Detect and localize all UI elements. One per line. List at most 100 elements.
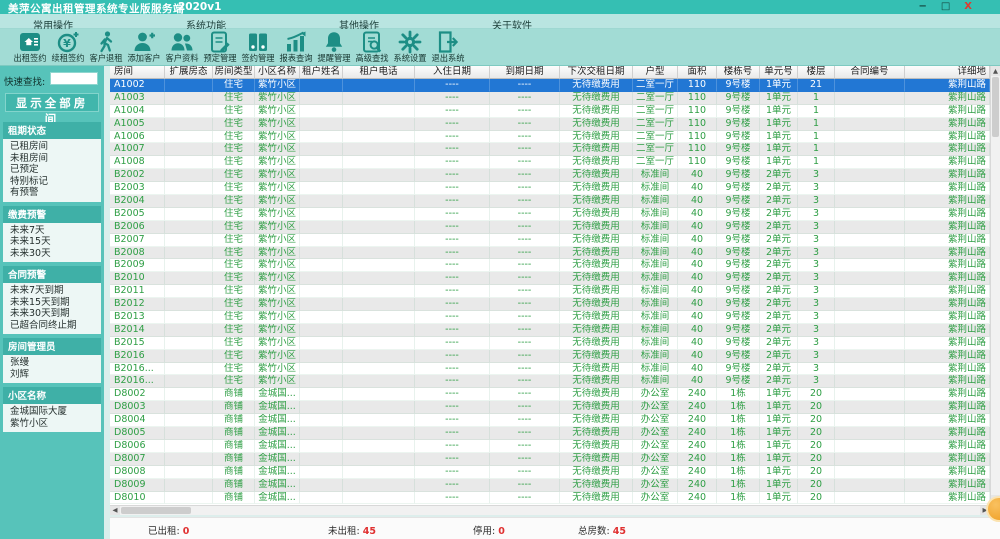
table-row[interactable]: B2006住宅紫竹小区--------无待缴费用标准间409号楼2单元3紫荆山路 (110, 221, 990, 234)
toolbar-button-renew-contract[interactable]: ¥续租签约 (49, 29, 87, 66)
table-row[interactable]: A1006住宅紫竹小区--------无待缴费用二室一厅1109号楼1单元1紫荆… (110, 131, 990, 144)
table-row[interactable]: B2015住宅紫竹小区--------无待缴费用标准间409号楼2单元3紫荆山路 (110, 337, 990, 350)
table-row[interactable]: D8009商铺金城国...--------无待缴费用办公室2401栋1单元20紫… (110, 479, 990, 492)
sidebar-item[interactable]: 未来7天 (3, 225, 101, 237)
table-cell: ---- (415, 285, 490, 298)
toolbar-button-reminder-bell[interactable]: 提醒管理 (315, 29, 353, 66)
table-row[interactable]: A1007住宅紫竹小区--------无待缴费用二室一厅1109号楼1单元1紫荆… (110, 143, 990, 156)
sidebar-item[interactable]: 未来30天到期 (3, 308, 101, 320)
column-header[interactable]: 到期日期 (490, 66, 560, 79)
column-header[interactable]: 租户电话 (343, 66, 415, 79)
table-row[interactable]: B2014住宅紫竹小区--------无待缴费用标准间409号楼2单元3紫荆山路 (110, 324, 990, 337)
close-button[interactable]: X (964, 0, 972, 14)
table-cell: B2005 (110, 208, 165, 221)
table-row[interactable]: D8004商铺金城国...--------无待缴费用办公室2401栋1单元20紫… (110, 414, 990, 427)
show-all-rooms-button[interactable]: 显示全部房间 (5, 93, 99, 112)
column-header[interactable]: 楼栋号 (717, 66, 760, 79)
toolbar-button-booking-manage[interactable]: 预定管理 (201, 29, 239, 66)
toolbar-button-advanced-search[interactable]: 高级查找 (353, 29, 391, 66)
table-row[interactable]: B2010住宅紫竹小区--------无待缴费用标准间409号楼2单元3紫荆山路 (110, 272, 990, 285)
column-header[interactable]: 楼层 (798, 66, 835, 79)
sidebar-item[interactable]: 已超合同终止期 (3, 320, 101, 332)
toolbar-button-rent-contract[interactable]: 出租签约 (11, 29, 49, 66)
table-row[interactable]: A1005住宅紫竹小区--------无待缴费用二室一厅1109号楼1单元1紫荆… (110, 118, 990, 131)
toolbar-button-report-chart[interactable]: 报表查询 (277, 29, 315, 66)
table-row[interactable]: D8002商铺金城国...--------无待缴费用办公室2401栋1单元20紫… (110, 388, 990, 401)
table-cell (343, 453, 415, 466)
sidebar-item[interactable]: 未来30天 (3, 248, 101, 260)
toolbar-button-customer-files[interactable]: 客户资料 (163, 29, 201, 66)
sidebar-item[interactable]: 已预定 (3, 164, 101, 176)
table-row[interactable]: D8005商铺金城国...--------无待缴费用办公室2401栋1单元20紫… (110, 427, 990, 440)
table-row[interactable]: D8006商铺金城国...--------无待缴费用办公室2401栋1单元20紫… (110, 440, 990, 453)
table-row[interactable]: A1002住宅紫竹小区--------无待缴费用二室一厅1109号楼1单元21紫… (110, 79, 990, 92)
sidebar-item[interactable]: 特别标记 (3, 176, 101, 188)
table-row[interactable]: B2011住宅紫竹小区--------无待缴费用标准间409号楼2单元3紫荆山路 (110, 285, 990, 298)
minimize-button[interactable]: − (918, 0, 926, 14)
sidebar-item[interactable]: 未租房间 (3, 153, 101, 165)
table-row[interactable]: B2004住宅紫竹小区--------无待缴费用标准间409号楼2单元3紫荆山路 (110, 195, 990, 208)
table-row[interactable]: B2009住宅紫竹小区--------无待缴费用标准间409号楼2单元3紫荆山路 (110, 259, 990, 272)
table-cell: ---- (490, 156, 560, 169)
table-row[interactable]: B2005住宅紫竹小区--------无待缴费用标准间409号楼2单元3紫荆山路 (110, 208, 990, 221)
column-header[interactable]: 合同编号 (835, 66, 905, 79)
horizontal-scroll-thumb[interactable] (121, 507, 191, 514)
sidebar-item[interactable]: 未来15天 (3, 236, 101, 248)
sidebar-item[interactable]: 张缦 (3, 357, 101, 369)
column-header[interactable]: 单元号 (760, 66, 798, 79)
table-row[interactable]: B2016住宅紫竹小区--------无待缴费用标准间409号楼2单元3紫荆山路 (110, 350, 990, 363)
toolbar-button-add-customer[interactable]: 添加客户 (125, 29, 163, 66)
toolbar-button-exit-door[interactable]: 退出系统 (429, 29, 467, 66)
table-row[interactable]: D8007商铺金城国...--------无待缴费用办公室2401栋1单元20紫… (110, 453, 990, 466)
table-cell (343, 427, 415, 440)
column-header[interactable]: 租户姓名 (300, 66, 343, 79)
sidebar-item[interactable]: 有预警 (3, 187, 101, 199)
table-row[interactable]: B2007住宅紫竹小区--------无待缴费用标准间409号楼2单元3紫荆山路 (110, 234, 990, 247)
column-header[interactable]: 房间 (110, 66, 165, 79)
column-header[interactable]: 面积 (678, 66, 717, 79)
toolbar-button-tenant-checkout[interactable]: 客户退租 (87, 29, 125, 66)
sidebar-item[interactable]: 紫竹小区 (3, 418, 101, 430)
table-row[interactable]: B2016...住宅紫竹小区--------无待缴费用标准间409号楼2单元3紫… (110, 375, 990, 388)
table-cell (343, 440, 415, 453)
table-cell: 紫荆山路 (905, 92, 990, 105)
table-row[interactable]: B2008住宅紫竹小区--------无待缴费用标准间409号楼2单元3紫荆山路 (110, 247, 990, 260)
column-header[interactable]: 入住日期 (415, 66, 490, 79)
table-row[interactable]: D8003商铺金城国...--------无待缴费用办公室2401栋1单元20紫… (110, 401, 990, 414)
table-cell: 无待缴费用 (560, 221, 633, 234)
sidebar-item[interactable]: 未来15天到期 (3, 297, 101, 309)
column-header[interactable]: 房间类型 (213, 66, 255, 79)
column-header[interactable]: 小区名称 (255, 66, 300, 79)
table-row[interactable]: A1004住宅紫竹小区--------无待缴费用二室一厅1109号楼1单元1紫荆… (110, 105, 990, 118)
table-row[interactable]: D8008商铺金城国...--------无待缴费用办公室2401栋1单元20紫… (110, 466, 990, 479)
table-row[interactable]: A1008住宅紫竹小区--------无待缴费用二室一厅1109号楼1单元1紫荆… (110, 156, 990, 169)
sidebar-item[interactable]: 未来7天到期 (3, 285, 101, 297)
column-header[interactable]: 下次交租日期 (560, 66, 633, 79)
scroll-left-button[interactable]: ◀ (110, 506, 120, 515)
table-cell: ---- (415, 208, 490, 221)
vertical-scrollbar[interactable]: ▲ ▼ (990, 66, 1000, 505)
table-row[interactable]: B2002住宅紫竹小区--------无待缴费用标准间409号楼2单元3紫荆山路 (110, 169, 990, 182)
horizontal-scrollbar[interactable]: ◀ ▶ (110, 505, 990, 515)
table-cell: ---- (415, 247, 490, 260)
sidebar-item[interactable]: 刘辉 (3, 369, 101, 381)
table-cell (300, 453, 343, 466)
sidebar-item[interactable]: 金城国际大厦 (3, 406, 101, 418)
table-cell: 3 (798, 208, 835, 221)
table-row[interactable]: B2016...住宅紫竹小区--------无待缴费用标准间409号楼2单元3紫… (110, 363, 990, 376)
table-row[interactable]: A1003住宅紫竹小区--------无待缴费用二室一厅1109号楼1单元1紫荆… (110, 92, 990, 105)
maximize-button[interactable]: □ (941, 0, 950, 14)
table-row[interactable]: B2012住宅紫竹小区--------无待缴费用标准间409号楼2单元3紫荆山路 (110, 298, 990, 311)
column-header[interactable]: 户型 (633, 66, 678, 79)
quick-find-input[interactable] (50, 72, 98, 85)
toolbar-button-settings-gear[interactable]: 系统设置 (391, 29, 429, 66)
vertical-scroll-thumb[interactable] (992, 77, 999, 137)
column-header[interactable]: 扩展房态 (165, 66, 213, 79)
table-row[interactable]: D8010商铺金城国...--------无待缴费用办公室2401栋1单元20紫… (110, 492, 990, 505)
toolbar-button-contract-manage[interactable]: 签约管理 (239, 29, 277, 66)
scroll-up-button[interactable]: ▲ (991, 66, 1000, 76)
table-row[interactable]: B2013住宅紫竹小区--------无待缴费用标准间409号楼2单元3紫荆山路 (110, 311, 990, 324)
table-row[interactable]: B2003住宅紫竹小区--------无待缴费用标准间409号楼2单元3紫荆山路 (110, 182, 990, 195)
column-header[interactable]: 详细地 (905, 66, 990, 79)
sidebar-item[interactable]: 已租房间 (3, 141, 101, 153)
